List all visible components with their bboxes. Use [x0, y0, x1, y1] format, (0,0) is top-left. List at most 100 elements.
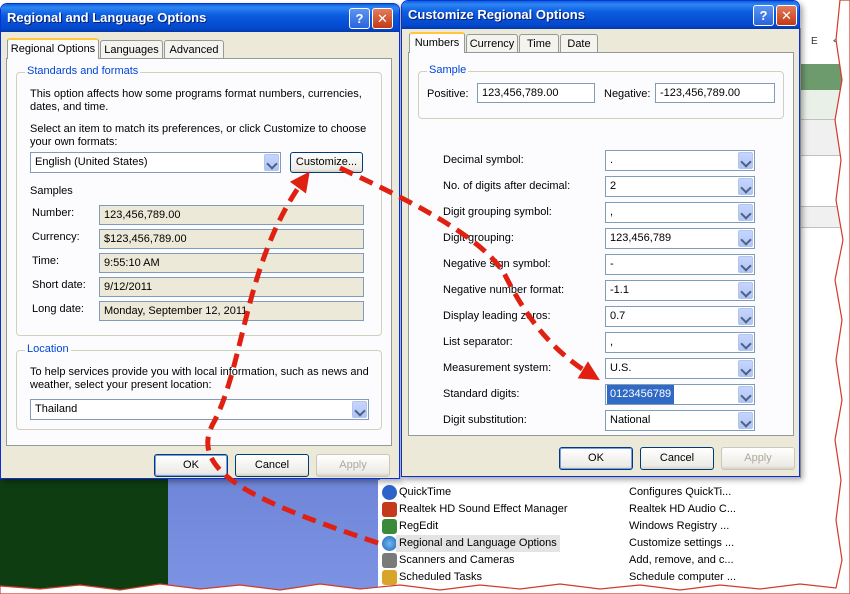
close-icon[interactable]: ✕ — [776, 5, 797, 26]
background-window: E < — [800, 28, 850, 478]
chevron-down-icon[interactable] — [738, 334, 753, 351]
chevron-down-icon[interactable] — [738, 412, 753, 429]
negative-sign-symbol-value: - — [610, 258, 614, 270]
description-line-1: This option affects how some programs fo… — [30, 88, 362, 100]
locale-value: English (United States) — [35, 156, 148, 168]
measurement-system-value: U.S. — [610, 362, 632, 374]
item-desc: Realtek HD Audio C... — [629, 503, 736, 515]
background-bar-3 — [801, 120, 850, 156]
location-select[interactable]: Thailand — [30, 399, 369, 420]
list-item[interactable]: Realtek HD Sound Effect Manager Realtek … — [378, 501, 800, 518]
decimal-symbol-select[interactable]: . — [605, 150, 755, 171]
speaker-icon — [382, 502, 397, 517]
digit-grouping-value: 123,456,789 — [610, 232, 672, 244]
location-group: Location To help services provide you wi… — [16, 343, 382, 430]
negative-number-format-select[interactable]: -1.1 — [605, 280, 755, 301]
negative-sign-symbol-select[interactable]: - — [605, 254, 755, 275]
tab-panel: Sample Positive: 123,456,789.00 Negative… — [408, 52, 794, 436]
ok-button[interactable]: OK — [559, 447, 633, 470]
chevron-down-icon[interactable] — [738, 386, 753, 403]
sample-label-currency: Currency: — [32, 231, 80, 243]
control-panel-list: QuickTime Configures QuickTi... Realtek … — [378, 480, 800, 594]
ok-button[interactable]: OK — [154, 454, 228, 477]
quicktime-icon — [382, 485, 397, 500]
chevron-down-icon[interactable] — [352, 401, 367, 418]
digits-after-decimal-select[interactable]: 2 — [605, 176, 755, 197]
chevron-down-icon[interactable] — [738, 230, 753, 247]
tab-currency[interactable]: Currency — [466, 34, 518, 53]
digit-grouping-select[interactable]: 123,456,789 — [605, 228, 755, 249]
background-bar-2 — [801, 90, 850, 120]
sample-currency-field: $123,456,789.00 — [99, 229, 364, 249]
list-separator-select[interactable]: , — [605, 332, 755, 353]
help-icon[interactable]: ? — [753, 5, 774, 26]
tab-advanced[interactable]: Advanced — [164, 40, 224, 59]
apply-button[interactable]: Apply — [316, 454, 390, 477]
list-item[interactable]: RegEdit Windows Registry ... — [378, 518, 800, 535]
sample-group: Sample Positive: 123,456,789.00 Negative… — [418, 64, 784, 119]
sample-long-date-field: Monday, September 12, 2011 — [99, 301, 364, 321]
chevron-down-icon[interactable] — [738, 282, 753, 299]
window-title: Customize Regional Options — [408, 7, 585, 22]
close-icon[interactable]: ✕ — [372, 8, 393, 29]
cancel-button[interactable]: Cancel — [235, 454, 309, 477]
location-description-2: weather, select your present location: — [30, 379, 212, 391]
tab-regional-options[interactable]: Regional Options — [7, 38, 99, 59]
list-item[interactable]: QuickTime Configures QuickTi... — [378, 484, 800, 501]
setting-label-measurement-system: Measurement system: — [443, 362, 552, 374]
setting-label-digit-substitution: Digit substitution: — [443, 414, 527, 426]
chevron-down-icon[interactable] — [738, 152, 753, 169]
digit-grouping-symbol-select[interactable]: , — [605, 202, 755, 223]
chevron-down-icon[interactable] — [738, 360, 753, 377]
sample-label-time: Time: — [32, 255, 60, 267]
title-bar: Regional and Language Options ? ✕ — [1, 4, 399, 32]
chevron-down-icon[interactable] — [738, 256, 753, 273]
scanner-icon — [382, 553, 397, 568]
chevron-down-icon[interactable] — [264, 154, 279, 171]
measurement-system-select[interactable]: U.S. — [605, 358, 755, 379]
location-legend: Location — [25, 343, 71, 355]
cancel-button[interactable]: Cancel — [640, 447, 714, 470]
item-name: RegEdit — [399, 520, 439, 532]
tab-date[interactable]: Date — [560, 34, 598, 53]
digit-substitution-select[interactable]: National — [605, 410, 755, 431]
background-text-2: < — [833, 36, 839, 47]
regional-options-window: Regional and Language Options ? ✕ Region… — [0, 3, 400, 479]
explorer-sidebar — [168, 478, 380, 594]
negative-sample-field: -123,456,789.00 — [655, 83, 775, 103]
item-name: Scheduled Tasks — [399, 571, 482, 583]
window-title: Regional and Language Options — [7, 10, 207, 25]
sample-time-field: 9:55:10 AM — [99, 253, 364, 273]
customize-button[interactable]: Customize... — [290, 152, 363, 173]
help-icon[interactable]: ? — [349, 8, 370, 29]
item-name: Regional and Language Options — [396, 535, 560, 552]
list-item[interactable]: Scheduled Tasks Schedule computer ... — [378, 569, 800, 586]
standards-group: Standards and formats This option affect… — [16, 65, 382, 336]
locale-select[interactable]: English (United States) — [30, 152, 281, 173]
location-value: Thailand — [35, 403, 78, 415]
regedit-icon — [382, 519, 397, 534]
chevron-down-icon[interactable] — [738, 178, 753, 195]
tab-numbers[interactable]: Numbers — [409, 32, 465, 53]
positive-sample-field: 123,456,789.00 — [477, 83, 595, 103]
chevron-down-icon[interactable] — [738, 308, 753, 325]
sample-label-long-date: Long date: — [32, 303, 84, 315]
apply-button[interactable]: Apply — [721, 447, 795, 470]
digits-after-decimal-value: 2 — [610, 180, 617, 192]
chevron-down-icon[interactable] — [738, 204, 753, 221]
item-desc: Configures QuickTi... — [629, 486, 732, 498]
item-desc: Windows Registry ... — [629, 520, 730, 532]
background-text-1: E — [811, 36, 818, 47]
item-name: Realtek HD Sound Effect Manager — [399, 503, 568, 515]
sample-label-short-date: Short date: — [32, 279, 86, 291]
tab-languages[interactable]: Languages — [100, 40, 163, 59]
item-name: QuickTime — [399, 486, 452, 498]
positive-label: Positive: — [427, 88, 469, 100]
standard-digits-select[interactable]: 0123456789 — [605, 384, 755, 405]
list-item-selected[interactable]: Regional and Language Options Customize … — [378, 535, 800, 552]
display-leading-zeros-select[interactable]: 0.7 — [605, 306, 755, 327]
tab-time[interactable]: Time — [519, 34, 559, 53]
decimal-symbol-value: . — [610, 154, 614, 166]
setting-label-negative-number-format: Negative number format: — [443, 284, 565, 296]
list-item[interactable]: Scanners and Cameras Add, remove, and c.… — [378, 552, 800, 569]
